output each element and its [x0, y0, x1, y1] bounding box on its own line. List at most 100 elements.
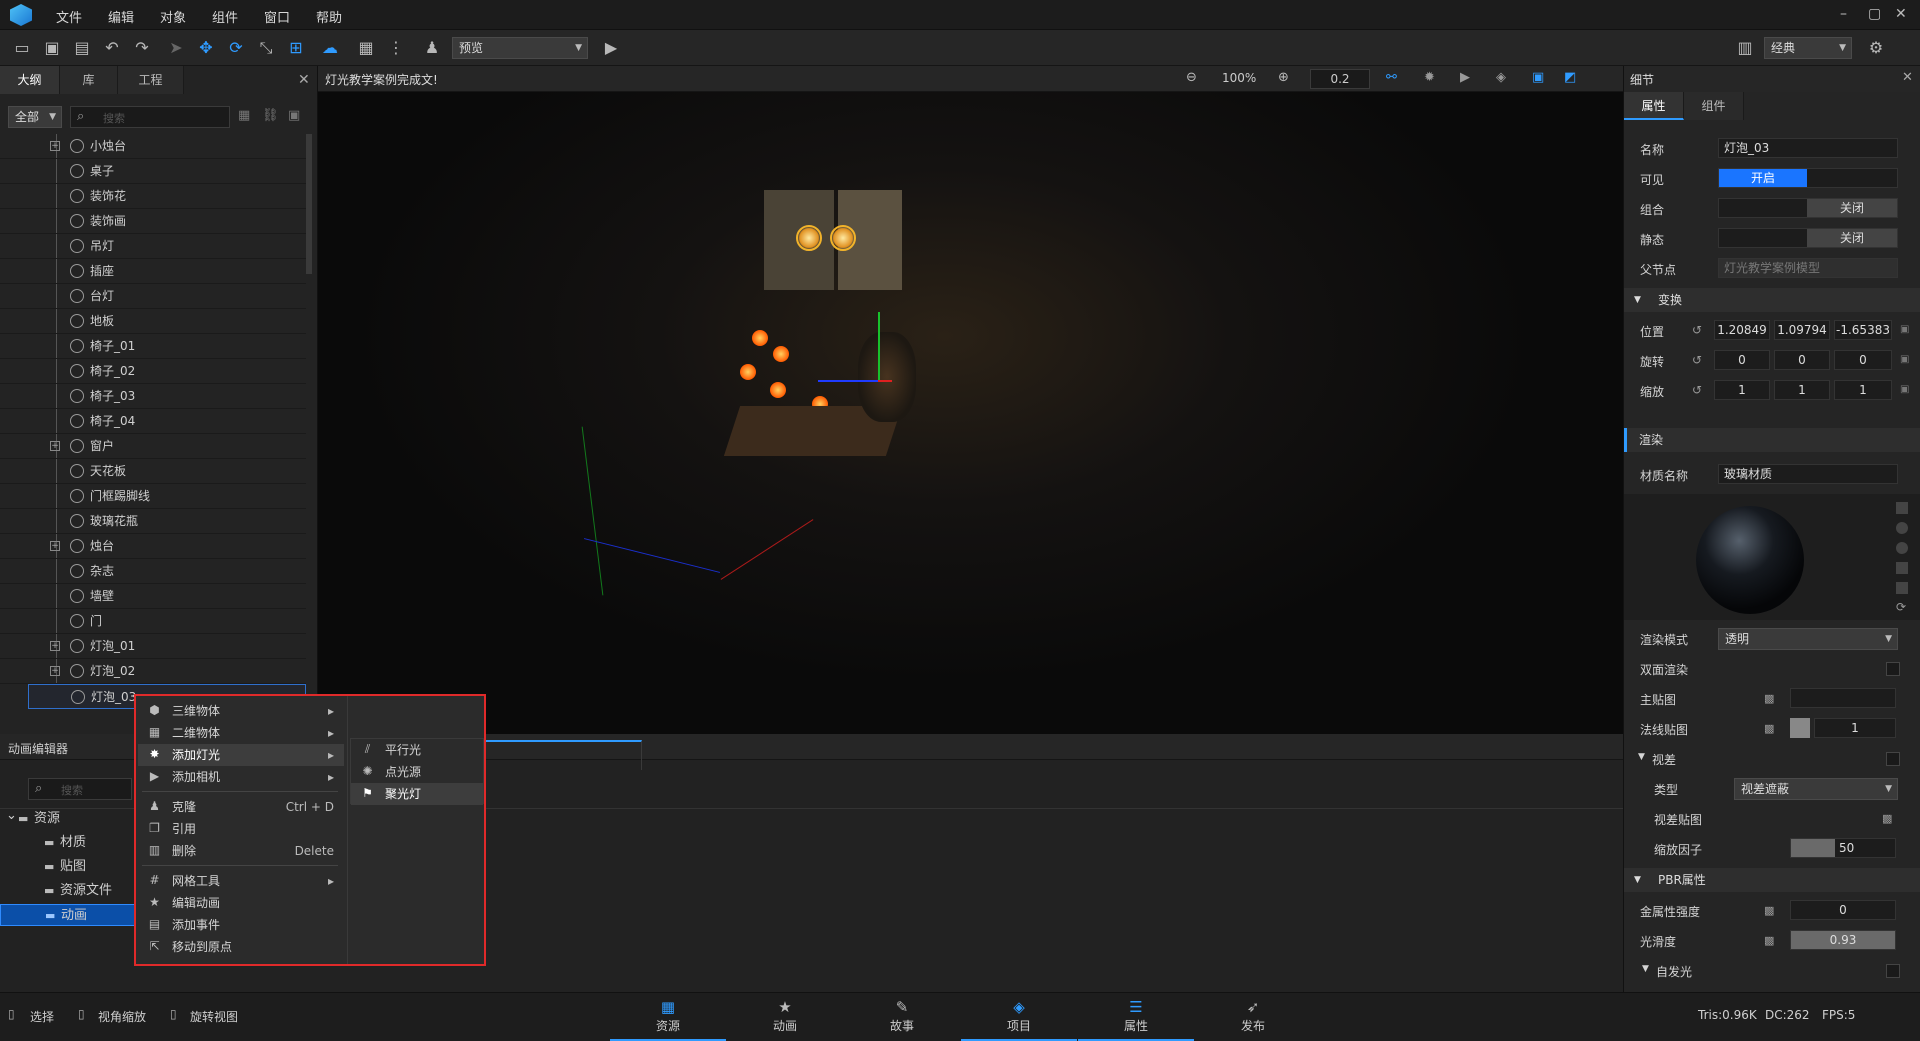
tab-outline[interactable]: 大纲 — [0, 66, 60, 94]
smoothness-slider[interactable]: 0.93 — [1790, 930, 1896, 950]
tree-item[interactable]: + 灯泡_01 — [0, 634, 306, 659]
tree-item[interactable]: 杂志 — [0, 559, 306, 584]
preview-plane-icon[interactable] — [1896, 562, 1908, 574]
light-toggle-icon[interactable]: ✹ — [1424, 70, 1435, 85]
expand-icon[interactable]: + — [50, 441, 60, 451]
render-mode-select[interactable]: 透明 — [1718, 628, 1898, 650]
tree-item[interactable]: 天花板 — [0, 459, 306, 484]
context-menu-item[interactable]: ▤ 添加事件 — [138, 914, 344, 936]
context-menu-item[interactable]: ▥ 删除 Delete — [138, 840, 344, 862]
static-toggle[interactable]: 关闭 — [1718, 228, 1898, 248]
expand-icon[interactable]: + — [50, 641, 60, 651]
pivot-tool-icon[interactable]: ⊞ — [286, 38, 306, 58]
tree-item[interactable]: + 小烛台 — [0, 134, 306, 159]
new-file-icon[interactable]: ▭ — [12, 38, 32, 58]
tree-item[interactable]: 地板 — [0, 309, 306, 334]
gizmo-y-axis[interactable] — [878, 312, 880, 382]
tree-item[interactable]: 装饰花 — [0, 184, 306, 209]
minimize-icon[interactable]: – — [1840, 6, 1847, 22]
tree-item[interactable]: 椅子_04 — [0, 409, 306, 434]
context-menu-item[interactable]: ⇱ 移动到原点 — [138, 936, 344, 958]
expand-icon[interactable]: + — [50, 666, 60, 676]
outline-search-input[interactable]: ⌕ 搜索 — [70, 106, 230, 128]
transform-section[interactable]: ▼ 变换 — [1624, 288, 1920, 312]
position-z[interactable]: -1.65383 — [1834, 320, 1892, 340]
tree-item[interactable]: + 灯泡_02 — [0, 659, 306, 684]
lock-icon[interactable]: ▣ — [1900, 384, 1909, 395]
tree-item[interactable]: + 窗户 — [0, 434, 306, 459]
undo-icon[interactable]: ↶ — [102, 38, 122, 58]
play-icon[interactable]: ▶ — [601, 38, 621, 58]
tree-item[interactable]: 门框踢脚线 — [0, 484, 306, 509]
visible-toggle[interactable]: 开启 — [1718, 168, 1898, 188]
maximize-icon[interactable]: ▢ — [1868, 6, 1881, 22]
gizmo-x-axis[interactable] — [878, 380, 892, 382]
rotate-tool-icon[interactable]: ⟳ — [226, 38, 246, 58]
asset-tree-item[interactable]: ▬ 材质 — [0, 832, 140, 854]
tab-project[interactable]: 工程 — [118, 66, 184, 94]
reset-icon[interactable]: ↺ — [1692, 353, 1702, 367]
emission-checkbox[interactable] — [1886, 964, 1900, 978]
position-y[interactable]: 1.09794 — [1774, 320, 1830, 340]
asset-tree-item[interactable]: ▬ 动画 — [0, 904, 140, 926]
filter-icon[interactable]: ▦ — [238, 108, 250, 123]
submenu-item[interactable]: ✺ 点光源 — [351, 761, 483, 783]
tree-item[interactable]: 台灯 — [0, 284, 306, 309]
menu-file[interactable]: 文件 — [56, 7, 82, 26]
save-all-icon[interactable]: ▤ — [72, 38, 92, 58]
reset-icon[interactable]: ↺ — [1692, 383, 1702, 397]
tree-item[interactable]: 椅子_01 — [0, 334, 306, 359]
collapse-icon[interactable]: ▼ — [1638, 752, 1645, 762]
asset-tree-item[interactable]: ▬ 贴图 — [0, 856, 140, 878]
snap-grid-icon[interactable]: ⋮ — [386, 38, 406, 58]
lock-icon[interactable]: ▣ — [288, 108, 300, 123]
menu-component[interactable]: 组件 — [212, 7, 238, 26]
normal-map-strength[interactable]: 1 — [1814, 718, 1896, 738]
collapse-icon[interactable]: ▼ — [1642, 964, 1649, 974]
cloud-icon[interactable]: ☁ — [320, 38, 340, 58]
tree-item[interactable]: 吊灯 — [0, 234, 306, 259]
context-menu-item[interactable]: # 网格工具 ▸ — [138, 870, 344, 892]
cube-view-icon[interactable]: ◈ — [1496, 70, 1506, 85]
tree-item[interactable]: 墙壁 — [0, 584, 306, 609]
group-toggle[interactable]: 关闭 — [1718, 198, 1898, 218]
scale-factor-slider[interactable]: 50 — [1790, 838, 1896, 858]
link-icon[interactable]: ⛓ — [262, 108, 279, 123]
bulb-gizmo[interactable] — [796, 225, 822, 251]
context-menu-item[interactable]: ✸ 添加灯光 ▸ — [138, 744, 344, 766]
expand-icon[interactable]: + — [50, 141, 60, 151]
menu-edit[interactable]: 编辑 — [108, 7, 134, 26]
position-x[interactable]: 1.20849 — [1714, 320, 1770, 340]
rotation-x[interactable]: 0 — [1714, 350, 1770, 370]
tab-project-bottom[interactable]: ◈ 项目 — [961, 993, 1077, 1041]
parallax-type-select[interactable]: 视差遮蔽 — [1734, 778, 1898, 800]
preview-sphere-icon[interactable] — [1896, 522, 1908, 534]
material-preview[interactable]: ⟳ — [1624, 494, 1920, 620]
double-side-checkbox[interactable] — [1886, 662, 1900, 676]
tab-library[interactable]: 库 — [60, 66, 118, 94]
preview-light-icon[interactable] — [1896, 582, 1908, 594]
material-name-field[interactable]: 玻璃材质 — [1718, 464, 1898, 484]
context-menu-item[interactable]: ▶ 添加相机 ▸ — [138, 766, 344, 788]
tab-properties[interactable]: ☰ 属性 — [1078, 993, 1194, 1041]
texture-picker-icon[interactable]: ▩ — [1882, 812, 1892, 825]
main-map-slot[interactable] — [1790, 688, 1896, 708]
menu-object[interactable]: 对象 — [160, 7, 186, 26]
scale-z[interactable]: 1 — [1834, 380, 1892, 400]
context-menu-item[interactable]: ▦ 二维物体 ▸ — [138, 722, 344, 744]
normal-map-swatch[interactable] — [1790, 718, 1810, 738]
metal-slider[interactable]: 0 — [1790, 900, 1896, 920]
render-section[interactable]: 渲染 — [1624, 428, 1920, 452]
mode-select[interactable]: 预览 — [452, 37, 588, 59]
close-icon[interactable]: ✕ — [1895, 6, 1907, 22]
layout-icon[interactable]: ▥ — [1735, 38, 1755, 58]
tab-publish[interactable]: ➶ 发布 — [1195, 993, 1311, 1041]
outline-scrollbar[interactable] — [306, 134, 312, 274]
texture-picker-icon[interactable]: ▩ — [1764, 904, 1774, 917]
scene-render[interactable] — [318, 92, 1623, 734]
settings-icon[interactable]: ⚙ — [1866, 38, 1886, 58]
layout-select[interactable]: 经典 — [1764, 37, 1852, 59]
lock-icon[interactable]: ▣ — [1900, 324, 1909, 335]
preview-cylinder-icon[interactable] — [1896, 542, 1908, 554]
save-icon[interactable]: ▣ — [42, 38, 62, 58]
